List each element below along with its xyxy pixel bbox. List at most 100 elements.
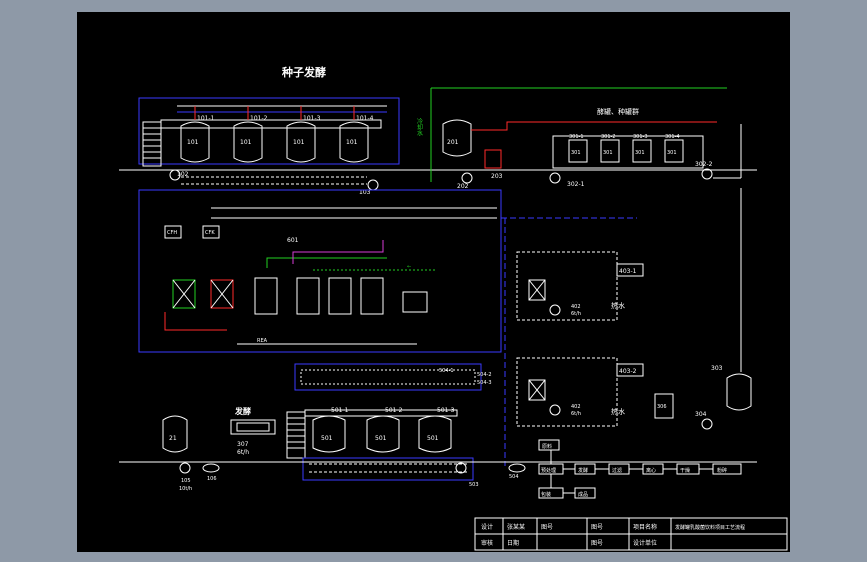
middle-tank-2 [296,277,320,315]
svg-text:307: 307 [237,441,249,448]
svg-text:101-1: 101-1 [197,115,215,122]
unit-402-b: 402 6t/h [528,379,581,417]
pump-503: 503 [455,462,479,488]
svg-text:CFH: CFH [167,230,177,236]
drawing-no-value: 图号 [591,524,603,531]
hot-water-zone-1 [516,251,618,321]
pump-304: 304 [695,411,713,430]
title-block: 设计 张某某 图号 图号 项目名称 发酵罐乳酸菌饮料项目工艺流程 审核 日期 图… [474,517,788,551]
pump-106: 106 [202,463,220,482]
svg-text:504-3: 504-3 [477,380,492,386]
unit-203 [484,149,502,169]
middle-green-label: ← [407,264,411,270]
drawing-sheet: 种子发酵 101-1 101 101-2 101 101-3 101 101-4… [77,12,790,552]
svg-text:501: 501 [375,435,387,442]
middle-tank-4 [360,277,384,315]
svg-text:501-2: 501-2 [385,407,403,414]
svg-text:101-3: 101-3 [303,115,321,122]
svg-text:403-2: 403-2 [619,368,637,375]
svg-text:105: 105 [181,478,191,484]
svg-text:301-3: 301-3 [633,134,648,140]
seed-tank-4: 101-4 101 [339,106,374,163]
pump-302-1: 302-1 [549,172,585,188]
drawing-no-label-2: 图号 [591,540,603,547]
top-tank-301-2: 301-2 301 [600,134,620,163]
svg-text:6t/h: 6t/h [571,311,581,317]
svg-text:106: 106 [207,476,217,482]
svg-text:101: 101 [293,139,305,146]
drawing-no-label: 图号 [541,524,553,531]
seed-tank-2: 101-2 101 [233,106,268,163]
main-tank-501-1: 501-1 501 [312,407,349,453]
svg-text:粉碎: 粉碎 [717,467,727,474]
svg-text:301: 301 [635,150,645,156]
pump-103: 103 [359,179,379,196]
svg-text:6t/h: 6t/h [237,449,249,456]
svg-text:101: 101 [187,139,199,146]
svg-text:203: 203 [491,173,503,180]
svg-text:301: 301 [571,150,581,156]
project-value: 发酵罐乳酸菌饮料项目工艺流程 [675,524,745,531]
svg-text:101-2: 101-2 [250,115,268,122]
svg-text:离心: 离心 [646,467,656,474]
designer-value: 张某某 [507,523,525,531]
hx-403-1: 403-1 [616,263,644,277]
middle-process-frame [138,189,502,353]
svg-text:306: 306 [657,404,667,410]
seed-tank-1: 101-1 101 [180,106,215,163]
rea-label: REA [257,338,268,344]
svg-text:302-2: 302-2 [695,161,713,168]
svg-text:预处理: 预处理 [541,467,556,474]
svg-text:101-4: 101-4 [356,115,374,122]
top-tank-301-1: 301-1 301 [568,134,588,163]
vessel-21: 21 [162,415,188,453]
designer-label: 设计 [481,523,493,531]
svg-text:201: 201 [447,139,459,146]
svg-text:101: 101 [346,139,358,146]
svg-text:301: 301 [603,150,613,156]
heat-exchanger-red [210,279,234,309]
cooling-water-label: 冷却水 [416,117,423,136]
vessel-303: 303 [711,365,752,411]
pump-202: 202 [457,172,473,190]
seed-fermentation-title: 种子发酵 [281,65,326,79]
svg-text:504-1: 504-1 [439,368,454,374]
reviewer-label: 审核 [481,539,493,547]
svg-text:501-1: 501-1 [331,407,349,414]
hot-water-label-2: 热水 [611,407,625,416]
svg-text:101: 101 [240,139,252,146]
svg-text:403-1: 403-1 [619,268,637,275]
svg-text:包装: 包装 [541,491,551,498]
svg-text:发酵: 发酵 [578,467,588,474]
middle-tank-1 [254,277,278,315]
svg-text:过滤: 过滤 [612,467,622,474]
svg-text:202: 202 [457,183,469,190]
svg-text:501: 501 [427,435,439,442]
main-tank-501-2: 501-2 501 [366,407,403,453]
main-lower-frame [302,457,474,481]
design-unit-label: 设计单位 [633,539,657,547]
top-tank-301-4: 301-4 301 [664,134,684,163]
tank-306: 306 [654,393,674,419]
tank-group-label: 酵罐、种罐群 [597,107,639,116]
svg-text:504-2: 504-2 [477,372,492,378]
top-tank-301-3: 301-3 301 [632,134,652,163]
main-tank-501-3: 501-3 501 [418,407,455,453]
unit-402-a: 402 6t/h [528,279,581,317]
svg-text:301-2: 301-2 [601,134,616,140]
main-fermentation-label: 发酵 [234,406,251,416]
svg-text:501: 501 [321,435,333,442]
block-flow-chart: 原料 预处理 发酵 过滤 离心 干燥 粉碎 包装 成品 [538,439,742,499]
line-601-label: 601 [287,237,299,244]
pump-105: 105 10t/h [179,462,192,492]
hot-water-label-1: 热水 [611,301,625,310]
pump-504: 504 [508,463,526,480]
seed-grating [142,121,162,167]
svg-text:503: 503 [469,482,479,488]
main-grating [286,411,306,459]
svg-text:501-3: 501-3 [437,407,455,414]
svg-text:6t/h: 6t/h [571,411,581,417]
svg-text:303: 303 [711,365,723,372]
svg-text:402: 402 [571,404,581,410]
seed-section-frame [138,97,400,165]
